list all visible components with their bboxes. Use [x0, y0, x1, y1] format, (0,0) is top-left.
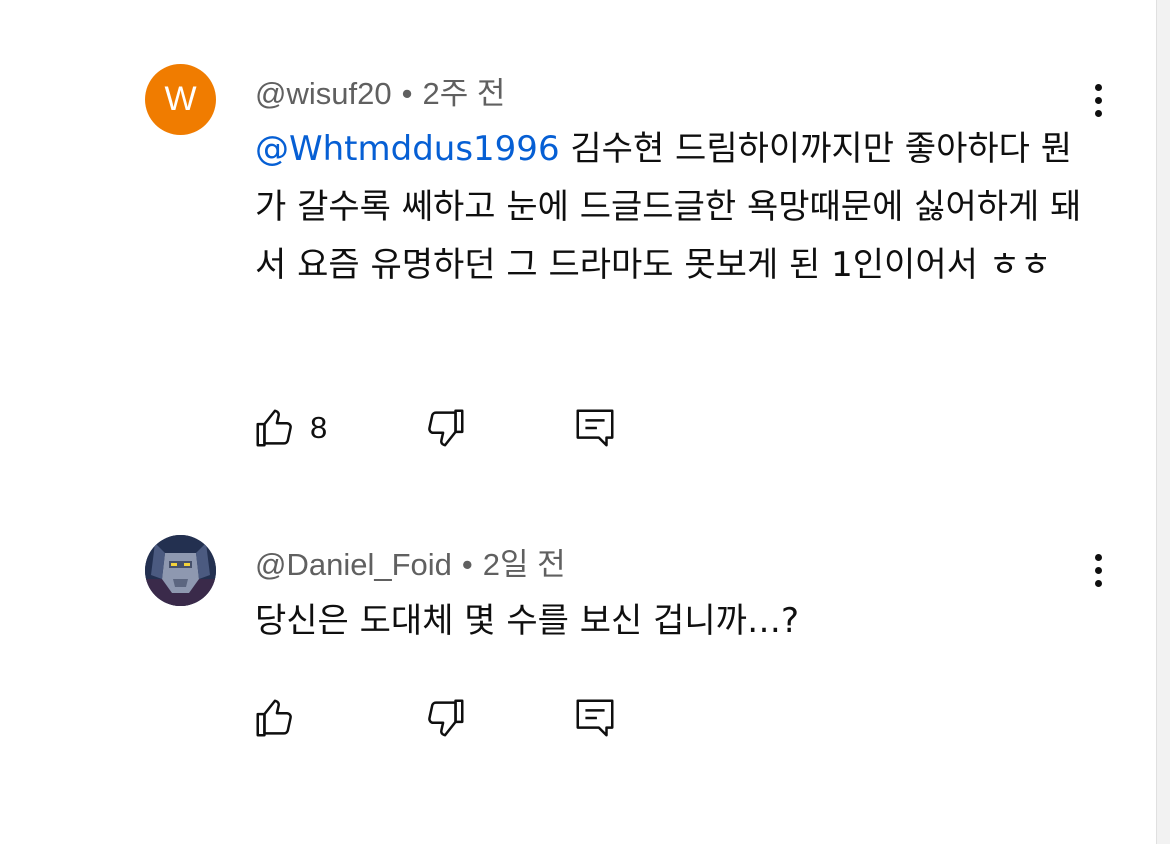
meta-separator: •: [401, 76, 413, 111]
comment-text: @Whtmddus1996 김수현 드림하이까지만 좋아하다 뭔가 갈수록 쎄하…: [255, 120, 1095, 294]
avatar[interactable]: W: [145, 64, 216, 135]
thumb-up-icon: [256, 699, 292, 737]
comment-meta: @wisuf20 • 2주 전: [255, 68, 505, 113]
thumb-up-icon: [256, 409, 292, 447]
mention-link[interactable]: @Whtmddus1996: [255, 129, 560, 169]
more-vert-icon[interactable]: [1082, 550, 1114, 590]
meta-separator: •: [461, 547, 473, 582]
author-name[interactable]: @Daniel_Foid: [255, 547, 452, 582]
comment-meta: @Daniel_Foid • 2일 전: [255, 539, 566, 584]
comment-text: 당신은 도대체 몇 수를 보신 겁니까…?: [255, 592, 1095, 650]
avatar[interactable]: [145, 535, 216, 606]
author-name[interactable]: @wisuf20: [255, 76, 392, 111]
scrollbar[interactable]: [1156, 0, 1170, 844]
thumb-down-icon: [428, 409, 464, 447]
avatar-letter: W: [164, 80, 197, 118]
thumb-down-icon: [428, 699, 464, 737]
comment-time[interactable]: 2일 전: [483, 547, 566, 582]
reply-icon: [576, 409, 614, 447]
comment-time[interactable]: 2주 전: [422, 76, 505, 111]
reply-button[interactable]: [572, 404, 618, 452]
dislike-button[interactable]: [422, 694, 468, 742]
like-button[interactable]: [252, 694, 298, 742]
robot-avatar-image: [145, 535, 216, 606]
comment-body: 당신은 도대체 몇 수를 보신 겁니까…?: [255, 601, 800, 641]
like-button[interactable]: 8: [252, 404, 327, 452]
like-count: 8: [310, 410, 328, 445]
more-vert-icon[interactable]: [1082, 80, 1114, 120]
reply-icon: [576, 699, 614, 737]
dislike-button[interactable]: [422, 404, 468, 452]
reply-button[interactable]: [572, 694, 618, 742]
